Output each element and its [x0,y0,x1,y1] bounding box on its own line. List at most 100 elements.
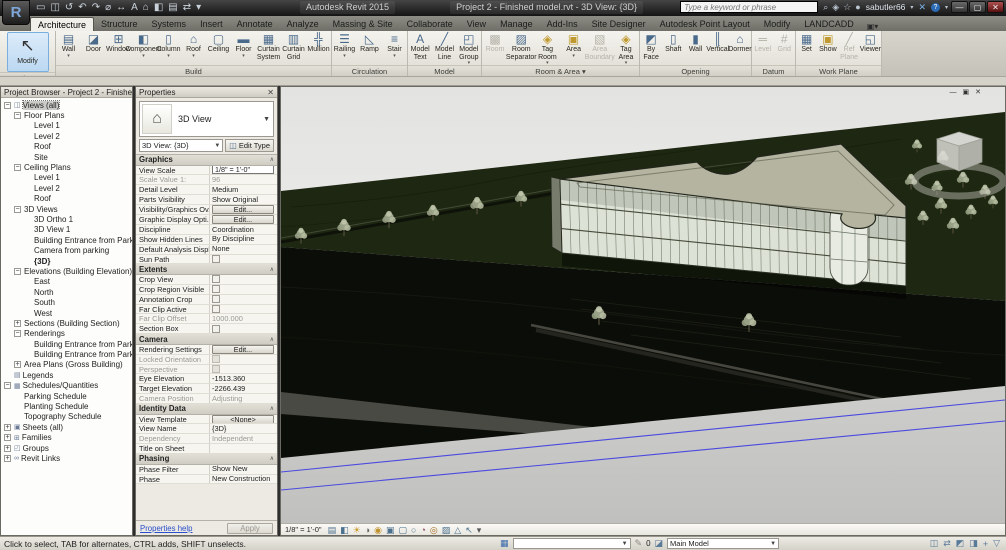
displacement-sets-icon[interactable]: ↖ [465,525,473,535]
tab-manage[interactable]: Manage [493,17,540,31]
model-line-button[interactable]: ╱Model Line [432,32,456,61]
tab-add-ins[interactable]: Add-Ins [540,17,585,31]
section-collapse-icon[interactable]: ∧ [270,405,274,412]
section-collapse-icon[interactable]: ∧ [270,455,274,462]
tree-item-elevations-building-elevation[interactable]: −Elevations (Building Elevation) [1,266,132,276]
default-3d-view-icon[interactable]: ⌂ [143,1,149,15]
property-value[interactable]: None [210,245,277,254]
instance-combo[interactable]: 3D View: {3D} ▼ [139,139,223,152]
dropdown-arrow-icon[interactable]: ▾ [242,54,245,58]
view-restore-icon[interactable]: ▣ [963,89,970,97]
close-button[interactable]: ✕ [987,1,1004,13]
property-value[interactable]: Adjusting [210,394,277,403]
property-value[interactable]: Medium [210,185,277,194]
signed-in-user[interactable]: sabutler66 [866,2,906,12]
property-value[interactable]: Show Original [210,195,277,204]
temporary-view-properties-icon[interactable]: ▨ [442,525,451,535]
railing-button[interactable]: ☰Railing▾ [332,32,357,58]
editing-requests-icon[interactable]: ✎ [635,538,643,549]
shadows-icon[interactable]: ◑ [365,525,370,535]
checkbox[interactable] [212,255,220,263]
maximize-button[interactable]: ▢ [969,1,986,13]
unlocked-3d-view-icon[interactable]: ○ [411,525,416,535]
type-selector-arrow-icon[interactable]: ▼ [263,116,273,123]
edit-button[interactable]: Edit... [212,205,274,214]
expand-icon[interactable]: + [4,445,11,452]
shaft-button[interactable]: ▯Shaft [662,32,684,54]
edit-button[interactable]: Edit... [212,345,274,354]
tree-item-legends[interactable]: ▤Legends [1,370,132,380]
tree-item-revit-links[interactable]: +∞Revit Links [1,453,132,463]
show-analytical-model-icon[interactable]: △ [454,525,461,535]
value-input[interactable]: 1/8" = 1'-0" [212,166,274,175]
tree-item-roof[interactable]: Roof [1,142,132,152]
dropdown-arrow-icon[interactable]: ▾ [393,54,396,58]
tab-collaborate[interactable]: Collaborate [400,17,460,31]
switch-windows-icon[interactable]: ⇄ [183,1,191,15]
section-header-identity-data[interactable]: Identity Data∧ [136,404,277,415]
floor-button[interactable]: ▬Floor▾ [231,32,256,58]
property-value[interactable] [210,285,277,294]
tab-architecture[interactable]: Architecture [30,17,94,31]
expand-icon[interactable]: + [14,320,21,327]
room-button[interactable]: ▩Room [482,32,508,54]
user-menu-arrow-icon[interactable]: ▾ [910,4,913,11]
property-value[interactable]: {3D} [210,424,277,433]
curtain-system-button[interactable]: ▦Curtain System [256,32,281,61]
property-value[interactable]: -2266.439 [210,384,277,393]
property-value[interactable]: Coordination [210,225,277,234]
room-separator-button[interactable]: ▨Room Separator [508,32,534,61]
subscription-center-icon[interactable]: ◈ [832,2,839,13]
customize-qat-icon[interactable]: ▾ [196,1,201,15]
dropdown-arrow-icon[interactable]: ▾ [343,54,346,58]
tree-item-camera-from-parking[interactable]: Camera from parking [1,245,132,255]
open-icon[interactable]: ▭ [36,1,45,15]
checkbox[interactable] [212,285,220,293]
edit-type-button[interactable]: ◫ Edit Type [225,139,274,152]
sign-in-icon[interactable]: ● [855,2,860,13]
dropdown-arrow-icon[interactable]: ▾ [192,54,195,58]
view-close-icon[interactable]: ✕ [975,89,981,97]
view-minimize-icon[interactable]: — [950,89,957,97]
type-selector[interactable]: ⌂ 3D View ▼ [139,101,274,137]
curtain-grid-button[interactable]: ▥Curtain Grid [281,32,306,61]
tab-insert[interactable]: Insert [193,17,230,31]
tab-annotate[interactable]: Annotate [230,17,280,31]
tree-item-3d-view-1[interactable]: 3D View 1 [1,225,132,235]
property-value[interactable]: 1/8" = 1'-0" [210,166,277,175]
property-value[interactable]: Edit... [210,345,277,354]
expand-icon[interactable]: + [4,424,11,431]
apply-button[interactable]: Apply [227,523,273,534]
temporary-hide-isolate-icon[interactable]: ◔ [420,525,425,535]
tree-item-parking-schedule[interactable]: Parking Schedule [1,391,132,401]
property-value[interactable] [210,305,277,314]
sun-path-icon[interactable]: ☀ [353,525,361,535]
text-icon[interactable]: A [131,1,138,15]
tree-item-area-plans-gross-building[interactable]: +Area Plans (Gross Building) [1,360,132,370]
property-value[interactable] [210,275,277,284]
by-face-button[interactable]: ◩By Face [640,32,662,61]
worksets-icon[interactable]: ▦ [500,538,509,549]
collapse-icon[interactable]: − [14,206,21,213]
section-header-phasing[interactable]: Phasing∧ [136,454,277,465]
tree-item-west[interactable]: West [1,308,132,318]
model-text-button[interactable]: AModel Text [408,32,432,61]
door-button[interactable]: ◪Door [81,32,106,54]
section-icon[interactable]: ◧ [154,1,163,15]
tab-structure[interactable]: Structure [94,17,145,31]
wall-button[interactable]: ▤Wall▾ [56,32,81,58]
tree-item-level-2[interactable]: Level 2 [1,131,132,141]
help-menu-arrow-icon[interactable]: ▾ [945,4,948,11]
view-scale-button[interactable]: 1/8" = 1'-0" [285,525,322,534]
ceiling-button[interactable]: ▢Ceiling [206,32,231,54]
visual-style-icon[interactable]: ◧ [340,525,349,535]
component-button[interactable]: ◧Component▾ [131,32,156,58]
expand-icon[interactable]: + [4,455,11,462]
section-collapse-icon[interactable]: ∧ [270,156,274,163]
tree-item-topography-schedule[interactable]: Topography Schedule [1,412,132,422]
ref-plane-button[interactable]: ╱Ref Plane [839,32,860,61]
properties-close-icon[interactable]: ✕ [264,88,274,97]
property-value[interactable] [210,255,277,264]
exchange-apps-icon[interactable]: ✕ [918,2,926,13]
property-value[interactable]: Edit... [210,205,277,214]
